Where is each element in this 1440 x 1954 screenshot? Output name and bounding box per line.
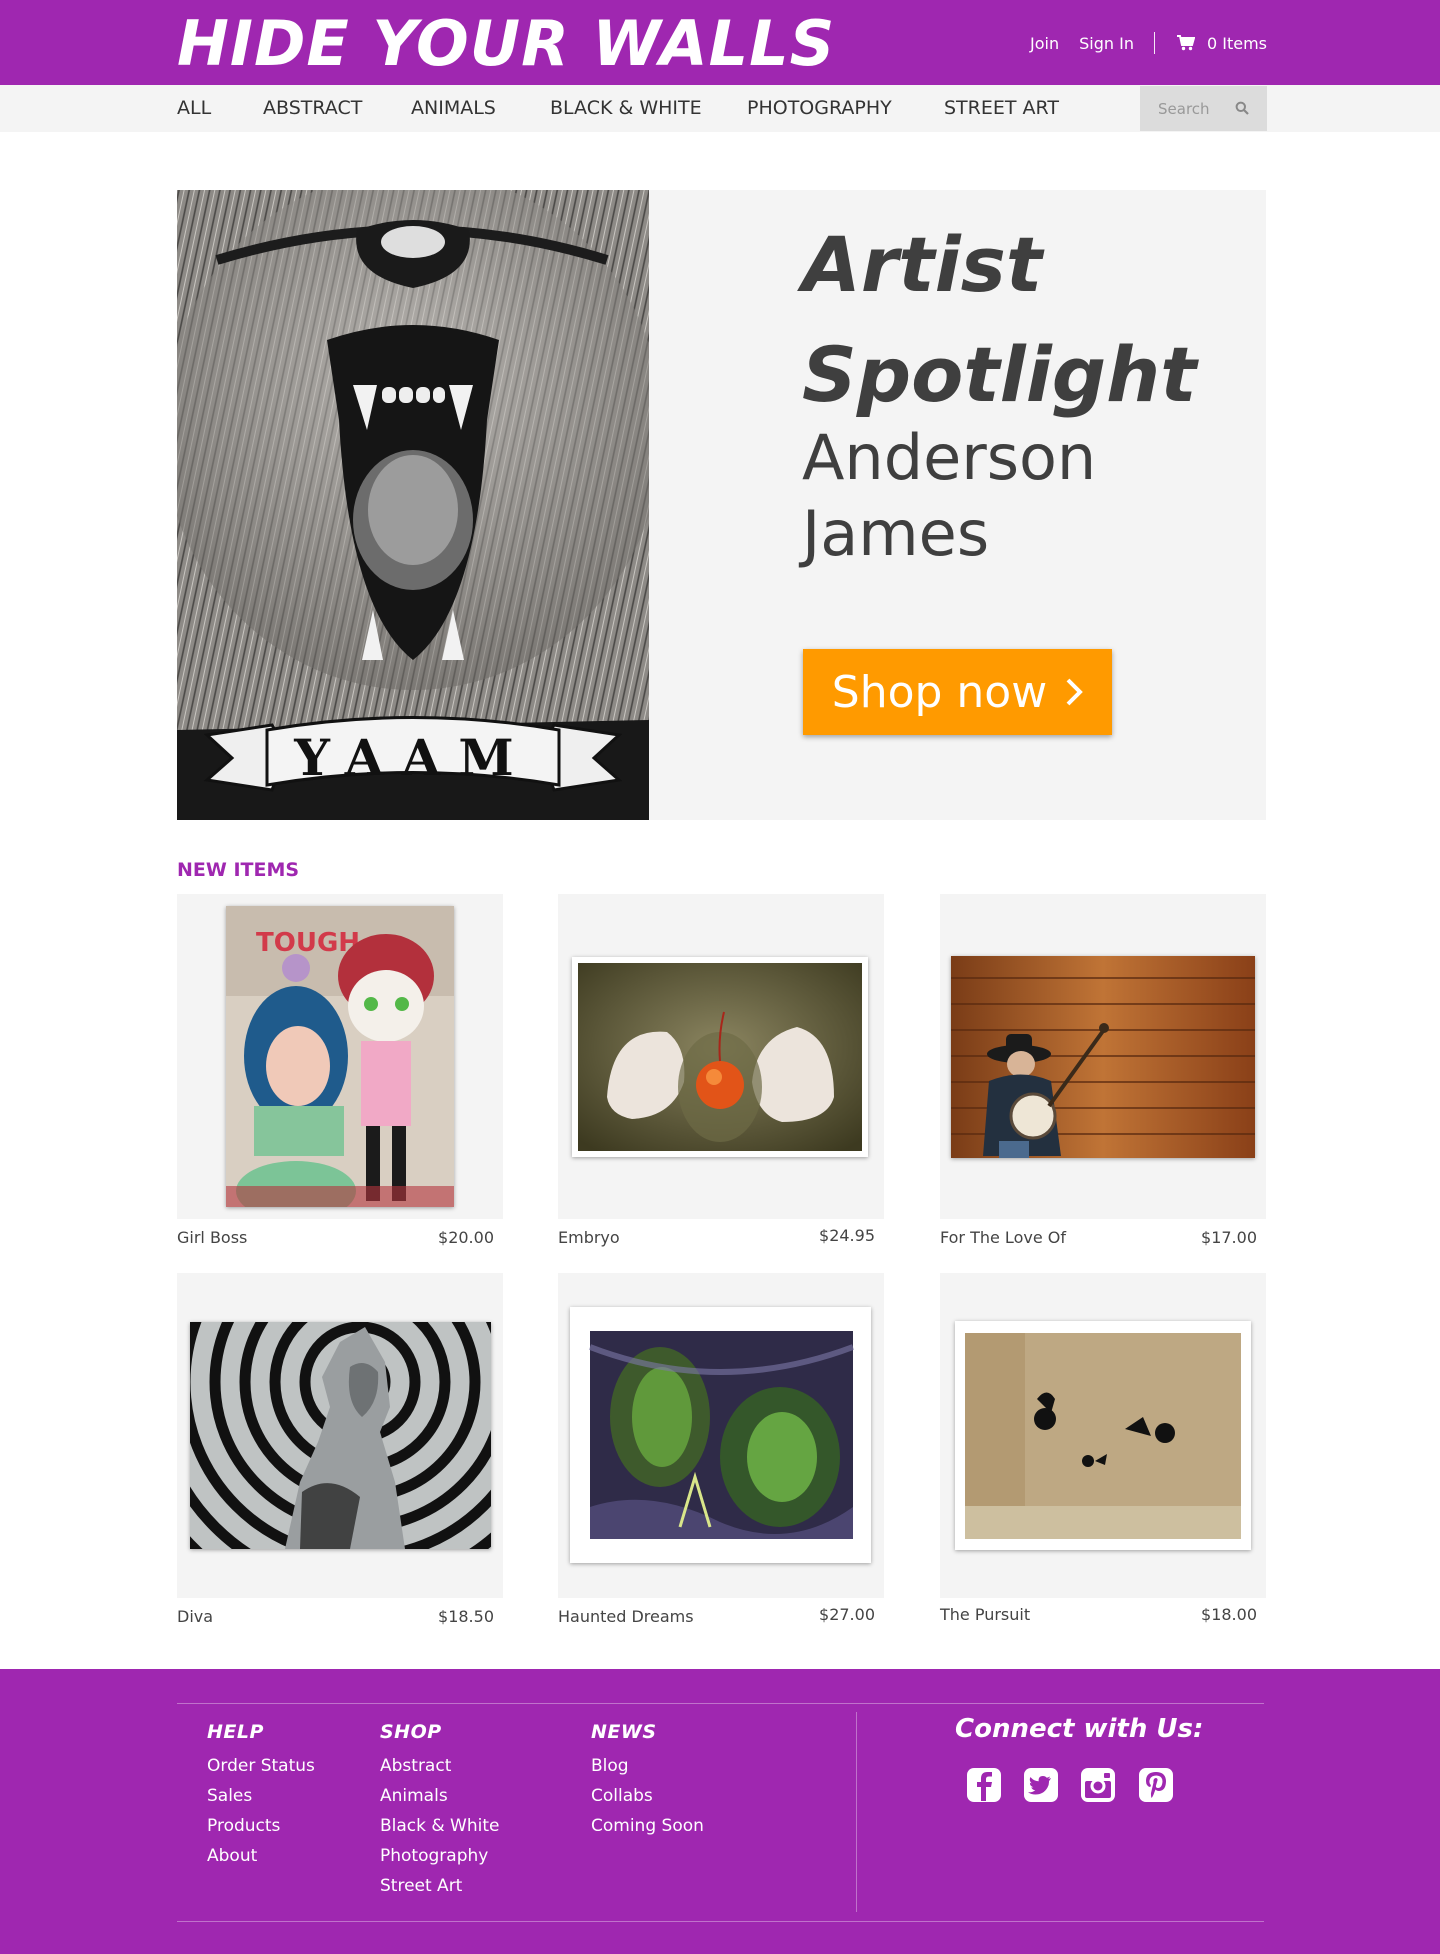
product-image <box>572 957 868 1157</box>
product-card-diva[interactable]: Diva $18.50 <box>177 1273 503 1633</box>
spotlight-title-line2: Spotlight <box>802 330 1197 419</box>
product-card-embryo[interactable]: Embryo $24.95 <box>558 894 884 1254</box>
product-image <box>570 1307 871 1563</box>
connect-heading: Connect with Us: <box>955 1714 1204 1744</box>
footer-link-coming-soon[interactable]: Coming Soon <box>591 1811 704 1841</box>
footer-link-products[interactable]: Products <box>207 1811 315 1841</box>
account-nav: Join Sign In 0 Items <box>1010 30 1267 56</box>
site-logo[interactable]: HIDE YOUR WALLS <box>177 6 835 82</box>
product-image <box>955 1321 1251 1550</box>
footer-top-divider <box>177 1703 1264 1704</box>
footer-link-sales[interactable]: Sales <box>207 1781 315 1811</box>
footer-link-animals[interactable]: Animals <box>380 1781 500 1811</box>
new-items-heading: NEW ITEMS <box>177 859 300 881</box>
product-price: $24.95 <box>819 1226 875 1245</box>
product-image-frame <box>940 894 1266 1219</box>
footer-link-photography[interactable]: Photography <box>380 1841 500 1871</box>
footer-link-order-status[interactable]: Order Status <box>207 1751 315 1781</box>
footer-link-abstract[interactable]: Abstract <box>380 1751 500 1781</box>
category-abstract[interactable]: ABSTRACT <box>263 97 362 119</box>
footer-link-blog[interactable]: Blog <box>591 1751 704 1781</box>
nav-divider <box>1153 32 1155 54</box>
footer-news-column: NEWS Blog Collabs Coming Soon <box>591 1721 704 1841</box>
spotlight-title: Artist Spotlight <box>802 210 1242 430</box>
artist-first-name: Anderson <box>802 421 1097 494</box>
search-box <box>1140 86 1267 131</box>
product-image-frame <box>558 1273 884 1598</box>
product-image <box>190 1322 491 1549</box>
category-black-white[interactable]: BLACK & WHITE <box>550 97 702 119</box>
shop-now-button[interactable]: Shop now <box>803 649 1112 735</box>
footer-link-street-art[interactable]: Street Art <box>380 1871 500 1901</box>
site-footer: HELP Order Status Sales Products About S… <box>0 1669 1440 1954</box>
footer-link-about[interactable]: About <box>207 1841 315 1871</box>
artist-spotlight-banner: YAAM Artist Spotlight Anderson James Sho… <box>177 190 1266 820</box>
category-all[interactable]: ALL <box>177 97 211 119</box>
footer-help-heading: HELP <box>207 1721 264 1743</box>
footer-link-collabs[interactable]: Collabs <box>591 1781 704 1811</box>
join-link[interactable]: Join <box>1030 34 1059 53</box>
category-nav: ALL ABSTRACT ANIMALS BLACK & WHITE PHOTO… <box>0 85 1440 132</box>
footer-shop-column: SHOP Abstract Animals Black & White Phot… <box>380 1721 500 1901</box>
product-name: Girl Boss <box>177 1228 248 1247</box>
banner-text: YAAM <box>293 728 531 787</box>
shop-now-label: Shop now <box>831 666 1048 718</box>
instagram-icon[interactable] <box>1080 1767 1116 1803</box>
artist-last-name: James <box>802 497 990 570</box>
product-name: The Pursuit <box>940 1605 1031 1624</box>
artist-spotlight-image: YAAM <box>177 190 649 820</box>
product-image-frame: TOUGH <box>177 894 503 1219</box>
chevron-right-icon <box>1066 678 1084 706</box>
pinterest-icon[interactable] <box>1138 1767 1174 1803</box>
product-price: $18.50 <box>438 1607 494 1626</box>
footer-vertical-divider <box>856 1712 857 1912</box>
product-image: TOUGH <box>226 906 454 1207</box>
search-input[interactable] <box>1140 86 1230 131</box>
top-header: HIDE YOUR WALLS Join Sign In 0 Items <box>0 0 1440 85</box>
product-name: For The Love Of <box>940 1228 1066 1247</box>
product-card-for-the-love-of[interactable]: For The Love Of $17.00 <box>940 894 1266 1254</box>
footer-news-heading: NEWS <box>591 1721 657 1743</box>
footer-bottom-divider <box>177 1921 1264 1922</box>
search-icon[interactable] <box>1235 101 1249 115</box>
product-name: Embryo <box>558 1228 620 1247</box>
svg-text:TOUGH: TOUGH <box>256 928 360 958</box>
product-card-haunted-dreams[interactable]: Haunted Dreams $27.00 <box>558 1273 884 1633</box>
sign-in-link[interactable]: Sign In <box>1079 34 1134 53</box>
product-image-frame <box>558 894 884 1219</box>
product-name: Haunted Dreams <box>558 1607 694 1626</box>
category-animals[interactable]: ANIMALS <box>411 97 496 119</box>
product-card-girl-boss[interactable]: TOUGH Girl Boss $20.00 <box>177 894 503 1254</box>
product-image-frame <box>177 1273 503 1598</box>
cart-link[interactable]: 0 Items <box>1176 33 1267 53</box>
product-price: $20.00 <box>438 1228 494 1247</box>
footer-shop-heading: SHOP <box>380 1721 442 1743</box>
category-street-art[interactable]: STREET ART <box>944 97 1059 119</box>
facebook-icon[interactable] <box>966 1767 1002 1803</box>
product-price: $27.00 <box>819 1605 875 1624</box>
category-photography[interactable]: PHOTOGRAPHY <box>747 97 892 119</box>
artist-name: Anderson James <box>802 420 1202 572</box>
product-image <box>951 956 1255 1158</box>
product-name: Diva <box>177 1607 214 1626</box>
product-price: $17.00 <box>1201 1228 1257 1247</box>
product-card-the-pursuit[interactable]: The Pursuit $18.00 <box>940 1273 1266 1633</box>
footer-help-column: HELP Order Status Sales Products About <box>207 1721 315 1871</box>
product-price: $18.00 <box>1201 1605 1257 1624</box>
product-image-frame <box>940 1273 1266 1598</box>
twitter-icon[interactable] <box>1023 1767 1059 1803</box>
footer-link-black-white[interactable]: Black & White <box>380 1811 500 1841</box>
spotlight-title-line1: Artist <box>802 220 1043 309</box>
cart-count: 0 Items <box>1206 33 1267 53</box>
shopping-cart-icon <box>1176 35 1195 51</box>
